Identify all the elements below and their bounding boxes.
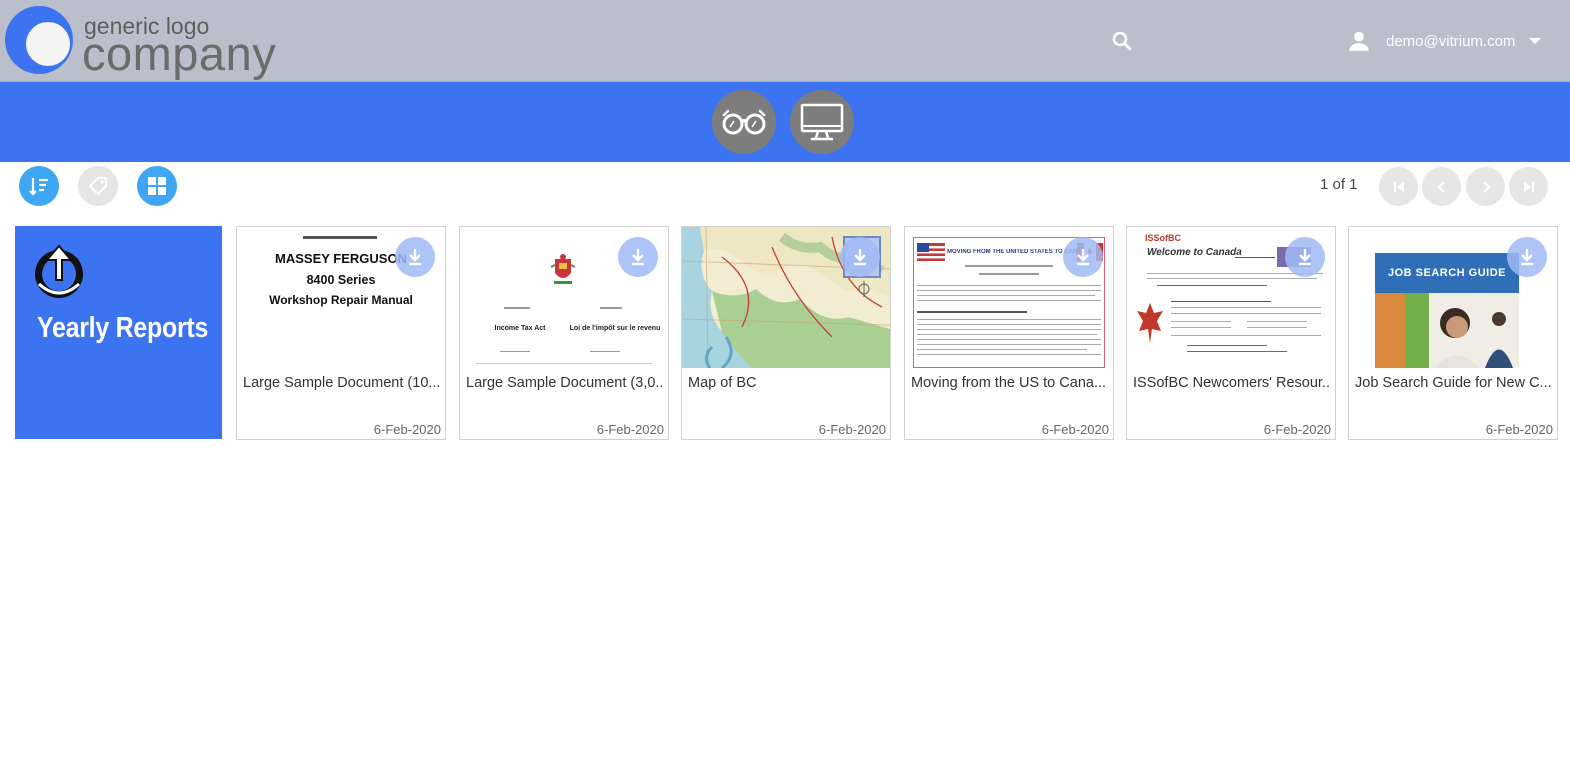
download-button[interactable]	[1507, 237, 1547, 277]
folder-title: Yearly Reports	[37, 312, 209, 344]
thumb-header: Welcome to Canada	[1147, 247, 1242, 258]
thumb-header: MOVING FROM THE UNITED STATES TO CANADA	[947, 249, 1077, 255]
sort-button[interactable]	[19, 166, 59, 206]
sort-icon	[29, 178, 48, 196]
download-button[interactable]	[1063, 237, 1103, 277]
grid-icon	[148, 177, 166, 195]
person-icon	[1349, 31, 1369, 51]
document-date: 6-Feb-2020	[1263, 422, 1331, 437]
download-button[interactable]	[840, 237, 880, 277]
user-email: demo@vitrium.com	[1386, 32, 1516, 50]
document-title: Large Sample Document (3,0...	[466, 375, 662, 391]
document-date: 6-Feb-2020	[818, 422, 886, 437]
logo-big-text: company	[82, 27, 277, 80]
view-mode-bar	[0, 82, 1570, 162]
previous-page-button[interactable]	[1422, 167, 1461, 206]
last-page-icon	[1523, 181, 1534, 192]
document-card[interactable]: MOVING FROM THE UNITED STATES TO CANADA …	[904, 226, 1114, 440]
user-menu[interactable]: demo@vitrium.com	[1346, 26, 1542, 56]
document-date: 6-Feb-2020	[373, 422, 441, 437]
grid-view-button[interactable]	[137, 166, 177, 206]
monitor-icon[interactable]	[790, 90, 854, 154]
previous-page-icon	[1436, 180, 1445, 193]
tag-icon	[88, 176, 108, 196]
document-card[interactable]: Income Tax Act Loi de l'impôt sur le rev…	[459, 226, 669, 440]
document-card[interactable]: ISSofBC Welcome to Canada ISSofBC Newcom…	[1126, 226, 1336, 440]
download-icon	[409, 249, 421, 266]
company-logo[interactable]: generic logo company	[4, 5, 304, 80]
document-title: Map of BC	[688, 375, 757, 391]
download-button[interactable]	[395, 237, 435, 277]
logo-circle-icon	[5, 6, 73, 74]
thumb-right-heading: Loi de l'impôt sur le revenu	[569, 325, 661, 332]
download-button[interactable]	[1285, 237, 1325, 277]
document-card[interactable]: Map of BC 6-Feb-2020	[681, 226, 891, 440]
top-header: generic logo company demo@vitrium.com	[0, 0, 1570, 82]
coat-of-arms-icon	[550, 254, 576, 284]
thumb-logo: ISSofBC	[1145, 233, 1181, 243]
thumb-subtitle-2: Workshop Repair Manual	[269, 293, 413, 307]
next-page-button[interactable]	[1466, 167, 1505, 206]
download-button[interactable]	[618, 237, 658, 277]
last-page-button[interactable]	[1509, 167, 1548, 206]
thumb-header: JOB SEARCH GUIDE	[1387, 267, 1507, 279]
person-photo	[1429, 293, 1519, 368]
caret-down-icon[interactable]	[1529, 38, 1542, 44]
us-flag-icon	[917, 243, 945, 261]
document-card[interactable]: JOB SEARCH GUIDE Job Search Guide for Ne…	[1348, 226, 1558, 440]
download-icon	[1077, 249, 1089, 266]
download-icon	[632, 249, 644, 266]
download-icon	[1521, 249, 1533, 266]
document-title: Moving from the US to Cana...	[911, 375, 1107, 391]
next-page-icon	[1482, 180, 1491, 193]
first-page-button[interactable]	[1379, 167, 1418, 206]
document-date: 6-Feb-2020	[1485, 422, 1553, 437]
glasses-icon[interactable]	[712, 90, 776, 154]
document-date: 6-Feb-2020	[1041, 422, 1109, 437]
thumb-left-heading: Income Tax Act	[494, 325, 546, 332]
document-title: Large Sample Document (10...	[243, 375, 439, 391]
folder-brand-icon	[35, 244, 83, 298]
document-title: ISSofBC Newcomers' Resour...	[1133, 375, 1329, 391]
download-icon	[1299, 249, 1311, 266]
maple-leaf-map-icon	[1137, 303, 1163, 343]
document-date: 6-Feb-2020	[596, 422, 664, 437]
document-card[interactable]: MASSEY FERGUSON 8400 Series Workshop Rep…	[236, 226, 446, 440]
folder-card-yearly-reports[interactable]: Yearly Reports	[15, 226, 222, 439]
search-icon[interactable]	[1110, 29, 1134, 53]
document-title: Job Search Guide for New C...	[1355, 375, 1551, 391]
download-icon	[854, 249, 866, 266]
page-indicator: 1 of 1	[1320, 176, 1358, 193]
tags-button[interactable]	[78, 166, 118, 206]
first-page-icon	[1393, 181, 1404, 192]
